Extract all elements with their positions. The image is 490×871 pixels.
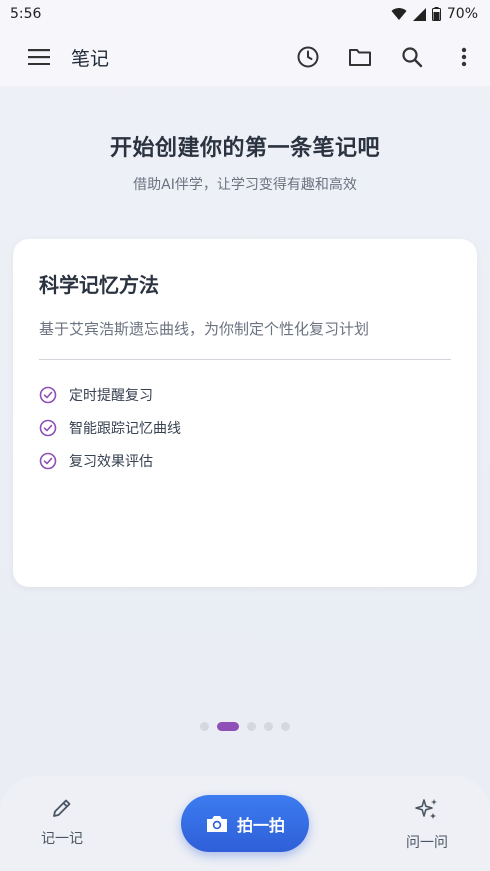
status-bar: 5:56 70% xyxy=(0,0,490,28)
page-dot[interactable] xyxy=(217,722,239,731)
pencil-icon xyxy=(53,799,71,817)
camera-icon xyxy=(206,815,227,832)
page-dot[interactable] xyxy=(264,722,273,731)
check-circle-icon xyxy=(39,419,57,436)
page-indicator xyxy=(0,722,490,731)
folder-button[interactable] xyxy=(340,37,380,77)
write-note-button[interactable]: 记一记 xyxy=(22,796,102,848)
divider xyxy=(39,359,451,360)
feature-label: 定时提醒复习 xyxy=(69,387,153,404)
page-dot[interactable] xyxy=(200,722,209,731)
wifi-icon xyxy=(391,8,407,20)
hero-section: 开始创建你的第一条笔记吧 借助AI伴学，让学习变得有趣和高效 xyxy=(0,130,490,194)
hero-subtitle: 借助AI伴学，让学习变得有趣和高效 xyxy=(133,177,357,193)
folder-icon xyxy=(349,49,371,66)
menu-icon xyxy=(28,49,50,65)
capture-label: 拍一拍 xyxy=(236,815,285,835)
status-icons: 70% xyxy=(391,6,478,22)
history-icon xyxy=(297,46,319,68)
feature-list: 定时提醒复习 智能跟踪记忆曲线 复习效果评估 xyxy=(39,378,451,477)
battery-percent: 70% xyxy=(446,6,478,22)
write-note-label: 记一记 xyxy=(41,831,83,847)
menu-button[interactable] xyxy=(19,37,59,77)
bottom-nav: 记一记 拍一拍 问一问 xyxy=(0,776,490,871)
history-button[interactable] xyxy=(288,37,328,77)
card-title: 科学记忆方法 xyxy=(39,273,159,297)
check-circle-icon xyxy=(39,386,57,403)
battery-icon xyxy=(431,7,441,21)
ask-ai-button[interactable]: 问一问 xyxy=(387,796,467,852)
onboarding-card: 科学记忆方法 基于艾宾浩斯遗忘曲线，为你制定个性化复习计划 定时提醒复习 智能跟… xyxy=(13,239,477,587)
sparkle-icon xyxy=(415,799,437,819)
feature-label: 智能跟踪记忆曲线 xyxy=(69,420,181,437)
check-circle-icon xyxy=(39,452,57,469)
status-time: 5:56 xyxy=(10,6,42,22)
page-dot[interactable] xyxy=(281,722,290,731)
feature-label: 复习效果评估 xyxy=(69,453,153,470)
list-item: 复习效果评估 xyxy=(39,444,451,477)
more-options-button[interactable] xyxy=(444,37,484,77)
capture-button[interactable]: 拍一拍 xyxy=(181,795,309,852)
list-item: 智能跟踪记忆曲线 xyxy=(39,411,451,444)
signal-icon xyxy=(412,7,426,21)
card-description: 基于艾宾浩斯遗忘曲线，为你制定个性化复习计划 xyxy=(39,320,370,338)
app-bar: 笔记 xyxy=(0,28,490,86)
more-vert-icon xyxy=(461,47,467,67)
hero-title: 开始创建你的第一条笔记吧 xyxy=(109,136,380,161)
ask-ai-label: 问一问 xyxy=(406,835,448,851)
page-dot[interactable] xyxy=(247,722,256,731)
search-icon xyxy=(402,47,423,68)
page-title: 笔记 xyxy=(71,47,110,70)
list-item: 定时提醒复习 xyxy=(39,378,451,411)
app-actions xyxy=(288,37,484,77)
search-button[interactable] xyxy=(392,37,432,77)
